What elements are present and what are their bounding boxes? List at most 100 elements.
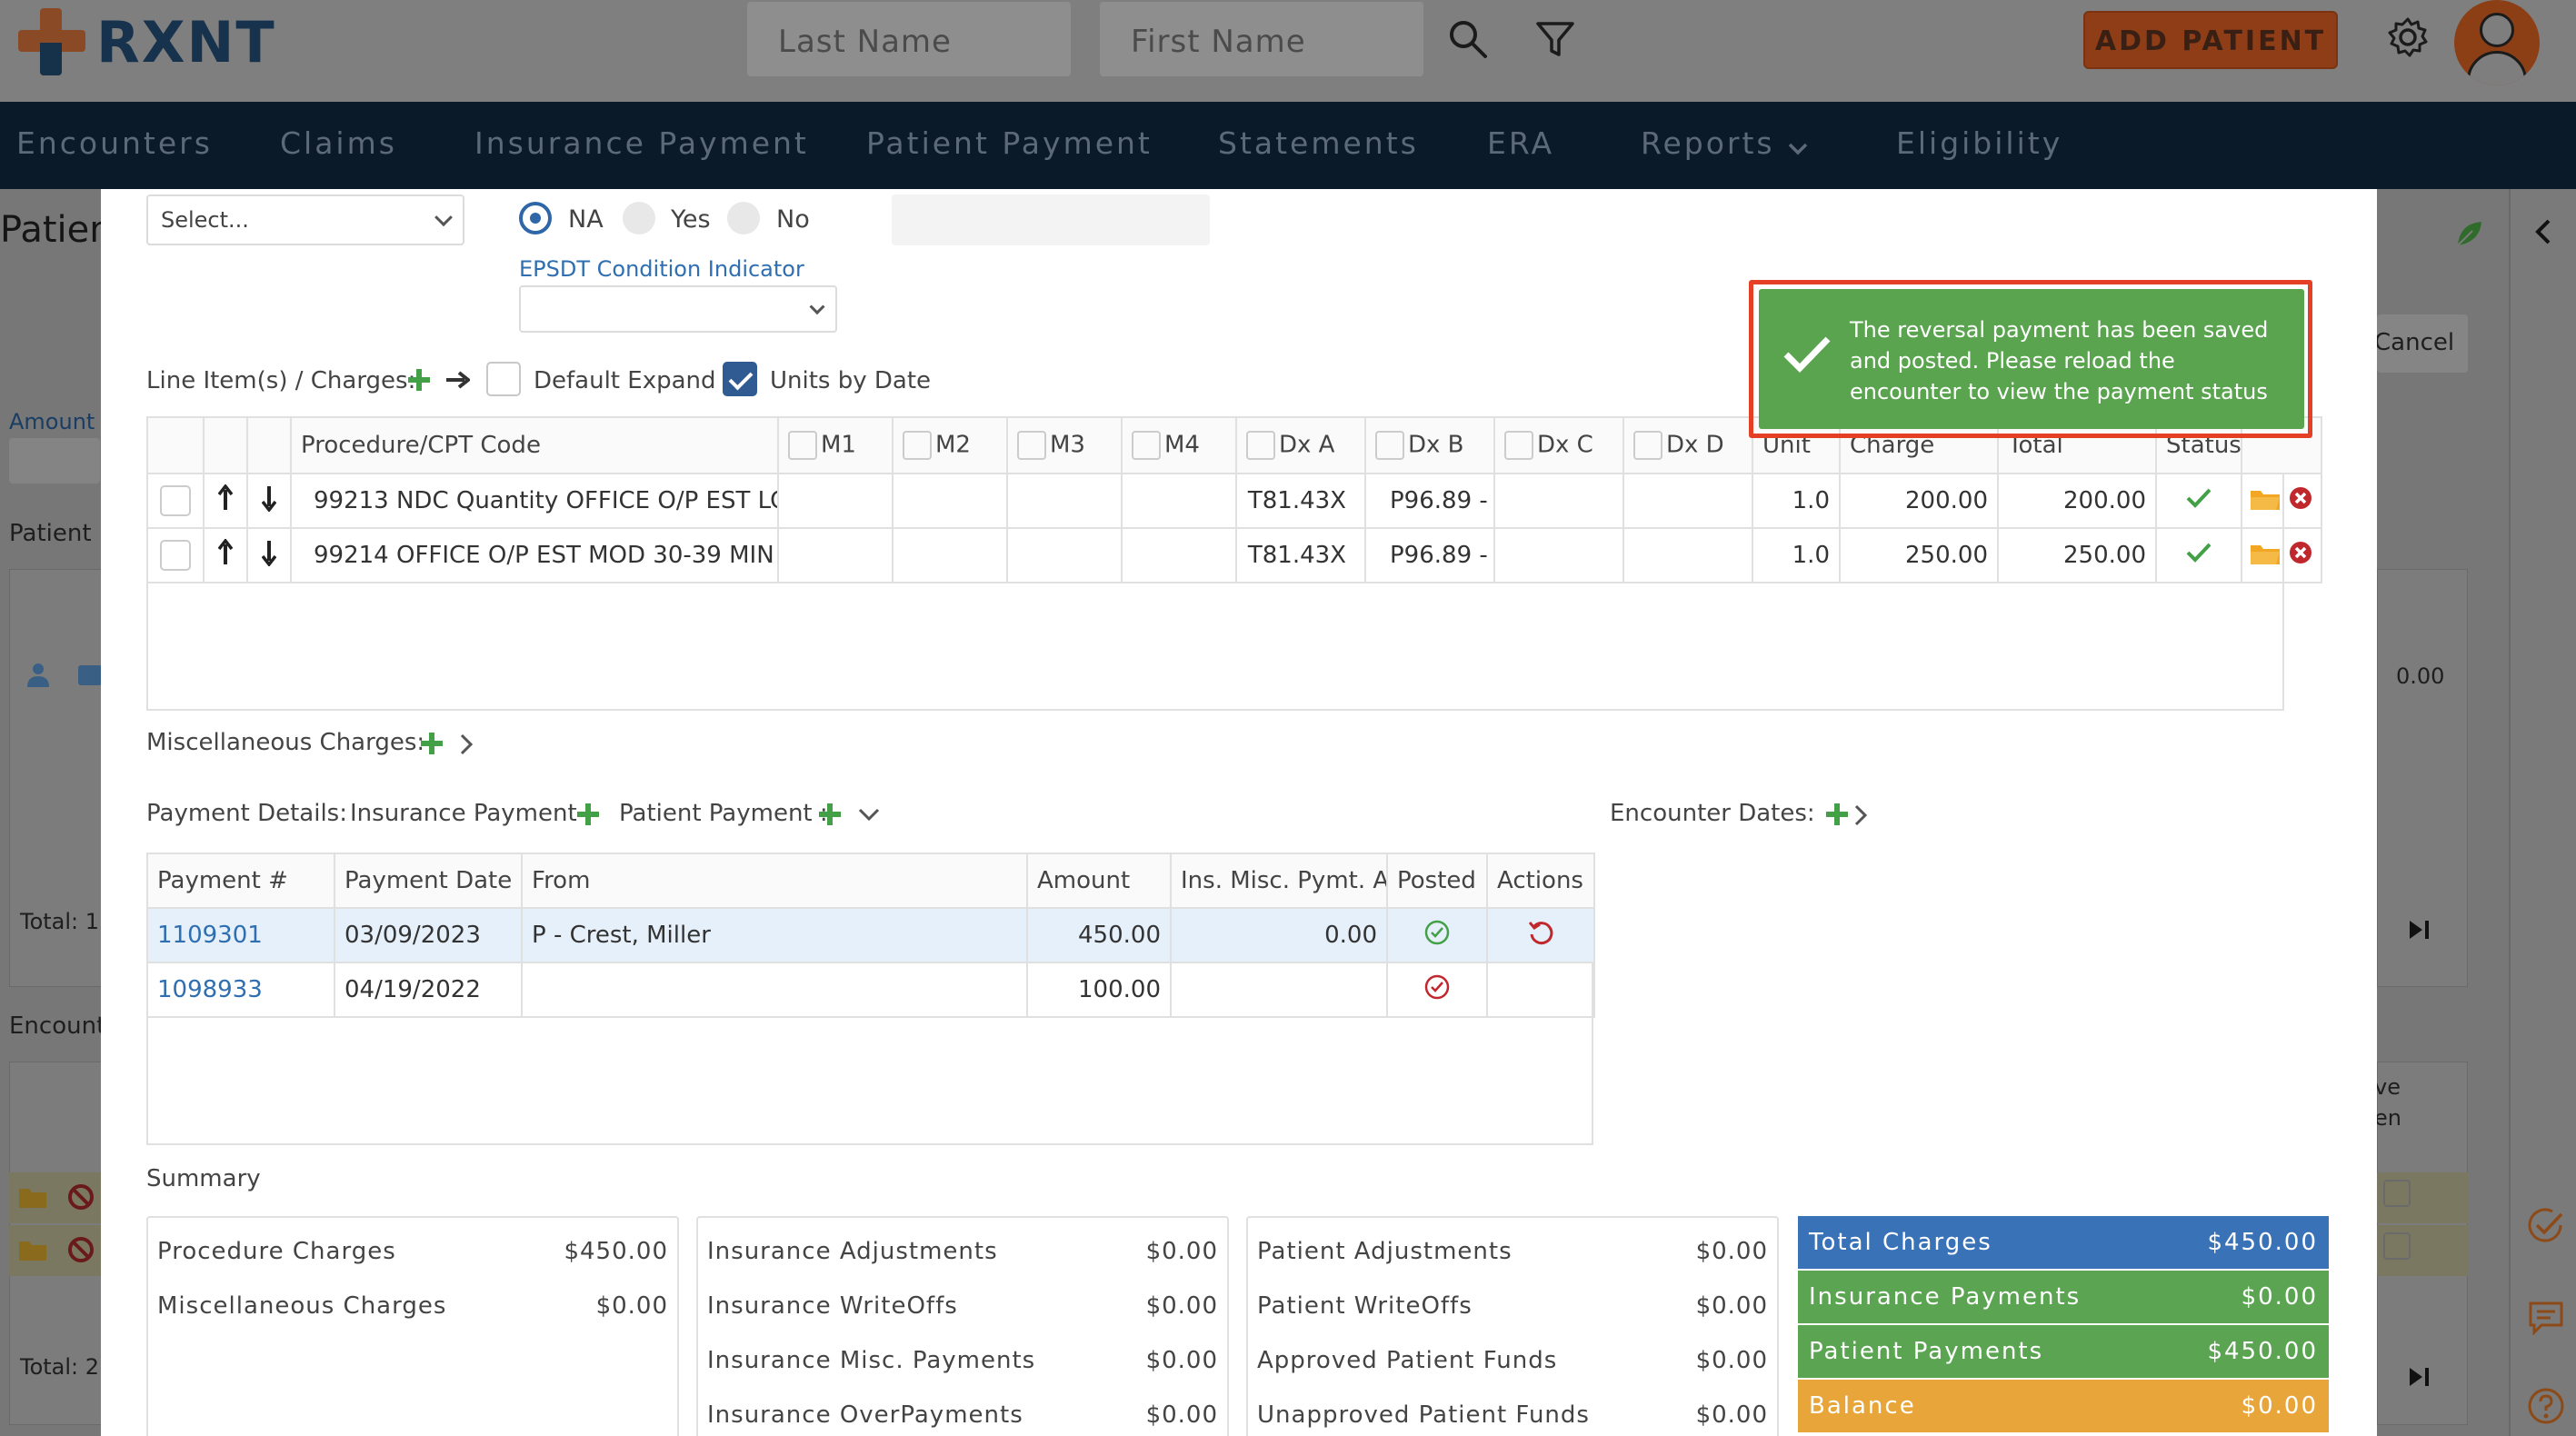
chevron-right-icon[interactable] [459, 733, 474, 756]
procedure-code[interactable]: 99213 NDC Quantity OFFICE O/P EST LOW [290, 473, 779, 529]
header-from[interactable]: From [521, 853, 1028, 909]
m3-cell[interactable] [1006, 473, 1123, 529]
disabled-input[interactable] [892, 194, 1210, 245]
arrow-right-icon[interactable] [444, 369, 470, 391]
dx-b-checkbox[interactable] [1375, 431, 1404, 460]
epsdt-select[interactable] [519, 285, 837, 333]
radio-na[interactable] [519, 202, 552, 234]
m3-checkbox[interactable] [1017, 431, 1046, 460]
arrow-down-icon[interactable] [261, 484, 277, 513]
row-checkbox[interactable] [160, 540, 191, 571]
leaf-icon[interactable] [2454, 218, 2485, 249]
payment-number-link[interactable]: 1109301 [146, 907, 335, 963]
chevron-right-icon[interactable] [1853, 803, 1868, 827]
charge-cell[interactable]: 250.00 [1839, 527, 1999, 583]
radio-no[interactable] [727, 202, 760, 234]
m4-checkbox[interactable] [1132, 431, 1161, 460]
header-dx-c[interactable]: Dx C [1493, 416, 1624, 474]
m1-cell[interactable] [777, 527, 894, 583]
nav-insurance-payment[interactable]: Insurance Payment [474, 125, 809, 161]
arrow-down-icon[interactable] [261, 539, 277, 567]
dx-d-checkbox[interactable] [1633, 431, 1662, 460]
header-dx-b[interactable]: Dx B [1364, 416, 1495, 474]
search-icon[interactable] [1447, 18, 1489, 60]
help-icon[interactable] [2527, 1387, 2565, 1425]
last-name-input[interactable]: Last Name [747, 2, 1071, 76]
header-posted[interactable]: Posted [1386, 853, 1488, 909]
chevron-left-icon[interactable] [2532, 218, 2554, 245]
nav-reports[interactable]: Reports [1641, 125, 1775, 161]
m2-cell[interactable] [892, 473, 1008, 529]
filter-icon[interactable] [1534, 18, 1576, 60]
default-expand-checkbox[interactable] [486, 362, 521, 396]
payment-number-link[interactable]: 1098933 [146, 962, 335, 1018]
header-ins-misc[interactable]: Ins. Misc. Pymt. A... [1170, 853, 1388, 909]
m4-cell[interactable] [1121, 527, 1237, 583]
add-patient-button[interactable]: ADD PATIENT [2083, 11, 2338, 69]
folder-icon[interactable] [2250, 487, 2281, 511]
arrow-up-icon[interactable] [217, 483, 234, 512]
unit-cell[interactable]: 1.0 [1752, 473, 1841, 529]
m3-cell[interactable] [1006, 527, 1123, 583]
delete-icon[interactable] [2288, 540, 2313, 565]
dx-d-cell[interactable] [1622, 527, 1753, 583]
header-m1[interactable]: M1 [777, 416, 894, 474]
m2-checkbox[interactable] [903, 431, 932, 460]
row-checkbox[interactable] [160, 485, 191, 516]
nav-encounters[interactable]: Encounters [16, 125, 213, 161]
comment-icon[interactable] [2527, 1300, 2565, 1336]
reverse-icon[interactable] [1527, 919, 1554, 946]
success-toast[interactable]: The reversal payment has been saved and … [1759, 289, 2304, 429]
nav-eligibility[interactable]: Eligibility [1896, 125, 2062, 161]
radio-yes[interactable] [623, 202, 655, 234]
last-page-icon[interactable] [2407, 1365, 2432, 1389]
m4-cell[interactable] [1121, 473, 1237, 529]
dx-a-checkbox[interactable] [1246, 431, 1275, 460]
reports-chevron-down-icon[interactable] [1787, 142, 1809, 156]
add-line-item-icon[interactable] [408, 369, 430, 391]
nav-patient-payment[interactable]: Patient Payment [866, 125, 1153, 161]
nav-era[interactable]: ERA [1487, 125, 1554, 161]
header-m2[interactable]: M2 [892, 416, 1008, 474]
select-dropdown[interactable]: Select... [146, 194, 464, 245]
m2-cell[interactable] [892, 527, 1008, 583]
dx-c-checkbox[interactable] [1504, 431, 1533, 460]
units-by-date-checkbox[interactable] [723, 362, 757, 396]
last-page-icon[interactable] [2407, 918, 2432, 942]
dx-c-cell[interactable] [1493, 527, 1624, 583]
task-check-icon[interactable] [2527, 1207, 2565, 1245]
header-m4[interactable]: M4 [1121, 416, 1237, 474]
arrow-up-icon[interactable] [217, 537, 234, 566]
dx-d-cell[interactable] [1622, 473, 1753, 529]
folder-icon[interactable] [2250, 542, 2281, 565]
unit-cell[interactable]: 1.0 [1752, 527, 1841, 583]
add-encounter-date-icon[interactable] [1826, 803, 1848, 825]
header-payment-date[interactable]: Payment Date [334, 853, 523, 909]
table-row[interactable]: 1098933 04/19/2022 100.00 [146, 962, 1595, 1018]
first-name-input[interactable]: First Name [1100, 2, 1423, 76]
add-misc-charge-icon[interactable] [421, 733, 443, 754]
add-insurance-payment-icon[interactable] [577, 803, 599, 825]
chevron-down-icon[interactable] [857, 807, 881, 823]
gear-icon[interactable] [2387, 16, 2429, 58]
header-dx-d[interactable]: Dx D [1622, 416, 1753, 474]
procedure-code[interactable]: 99214 OFFICE O/P EST MOD 30-39 MIN [290, 527, 779, 583]
dx-c-cell[interactable] [1493, 473, 1624, 529]
header-actions[interactable]: Actions [1486, 853, 1595, 909]
charge-cell[interactable]: 200.00 [1839, 473, 1999, 529]
header-payment-number[interactable]: Payment # [146, 853, 335, 909]
m1-checkbox[interactable] [788, 431, 817, 460]
header-m3[interactable]: M3 [1006, 416, 1123, 474]
add-patient-payment-icon[interactable] [819, 803, 841, 825]
dx-b-cell[interactable]: P96.89 - [1364, 473, 1495, 529]
table-row[interactable]: 1109301 03/09/2023 P - Crest, Miller 450… [146, 907, 1595, 963]
rxnt-logo[interactable]: RXNT [18, 5, 276, 78]
delete-icon[interactable] [2288, 485, 2313, 511]
user-avatar-icon[interactable] [2454, 0, 2540, 85]
header-procedure[interactable]: Procedure/CPT Code [290, 416, 779, 474]
dx-a-cell[interactable]: T81.43X [1235, 527, 1366, 583]
nav-statements[interactable]: Statements [1218, 125, 1419, 161]
m1-cell[interactable] [777, 473, 894, 529]
dx-a-cell[interactable]: T81.43X [1235, 473, 1366, 529]
header-amount[interactable]: Amount [1026, 853, 1172, 909]
